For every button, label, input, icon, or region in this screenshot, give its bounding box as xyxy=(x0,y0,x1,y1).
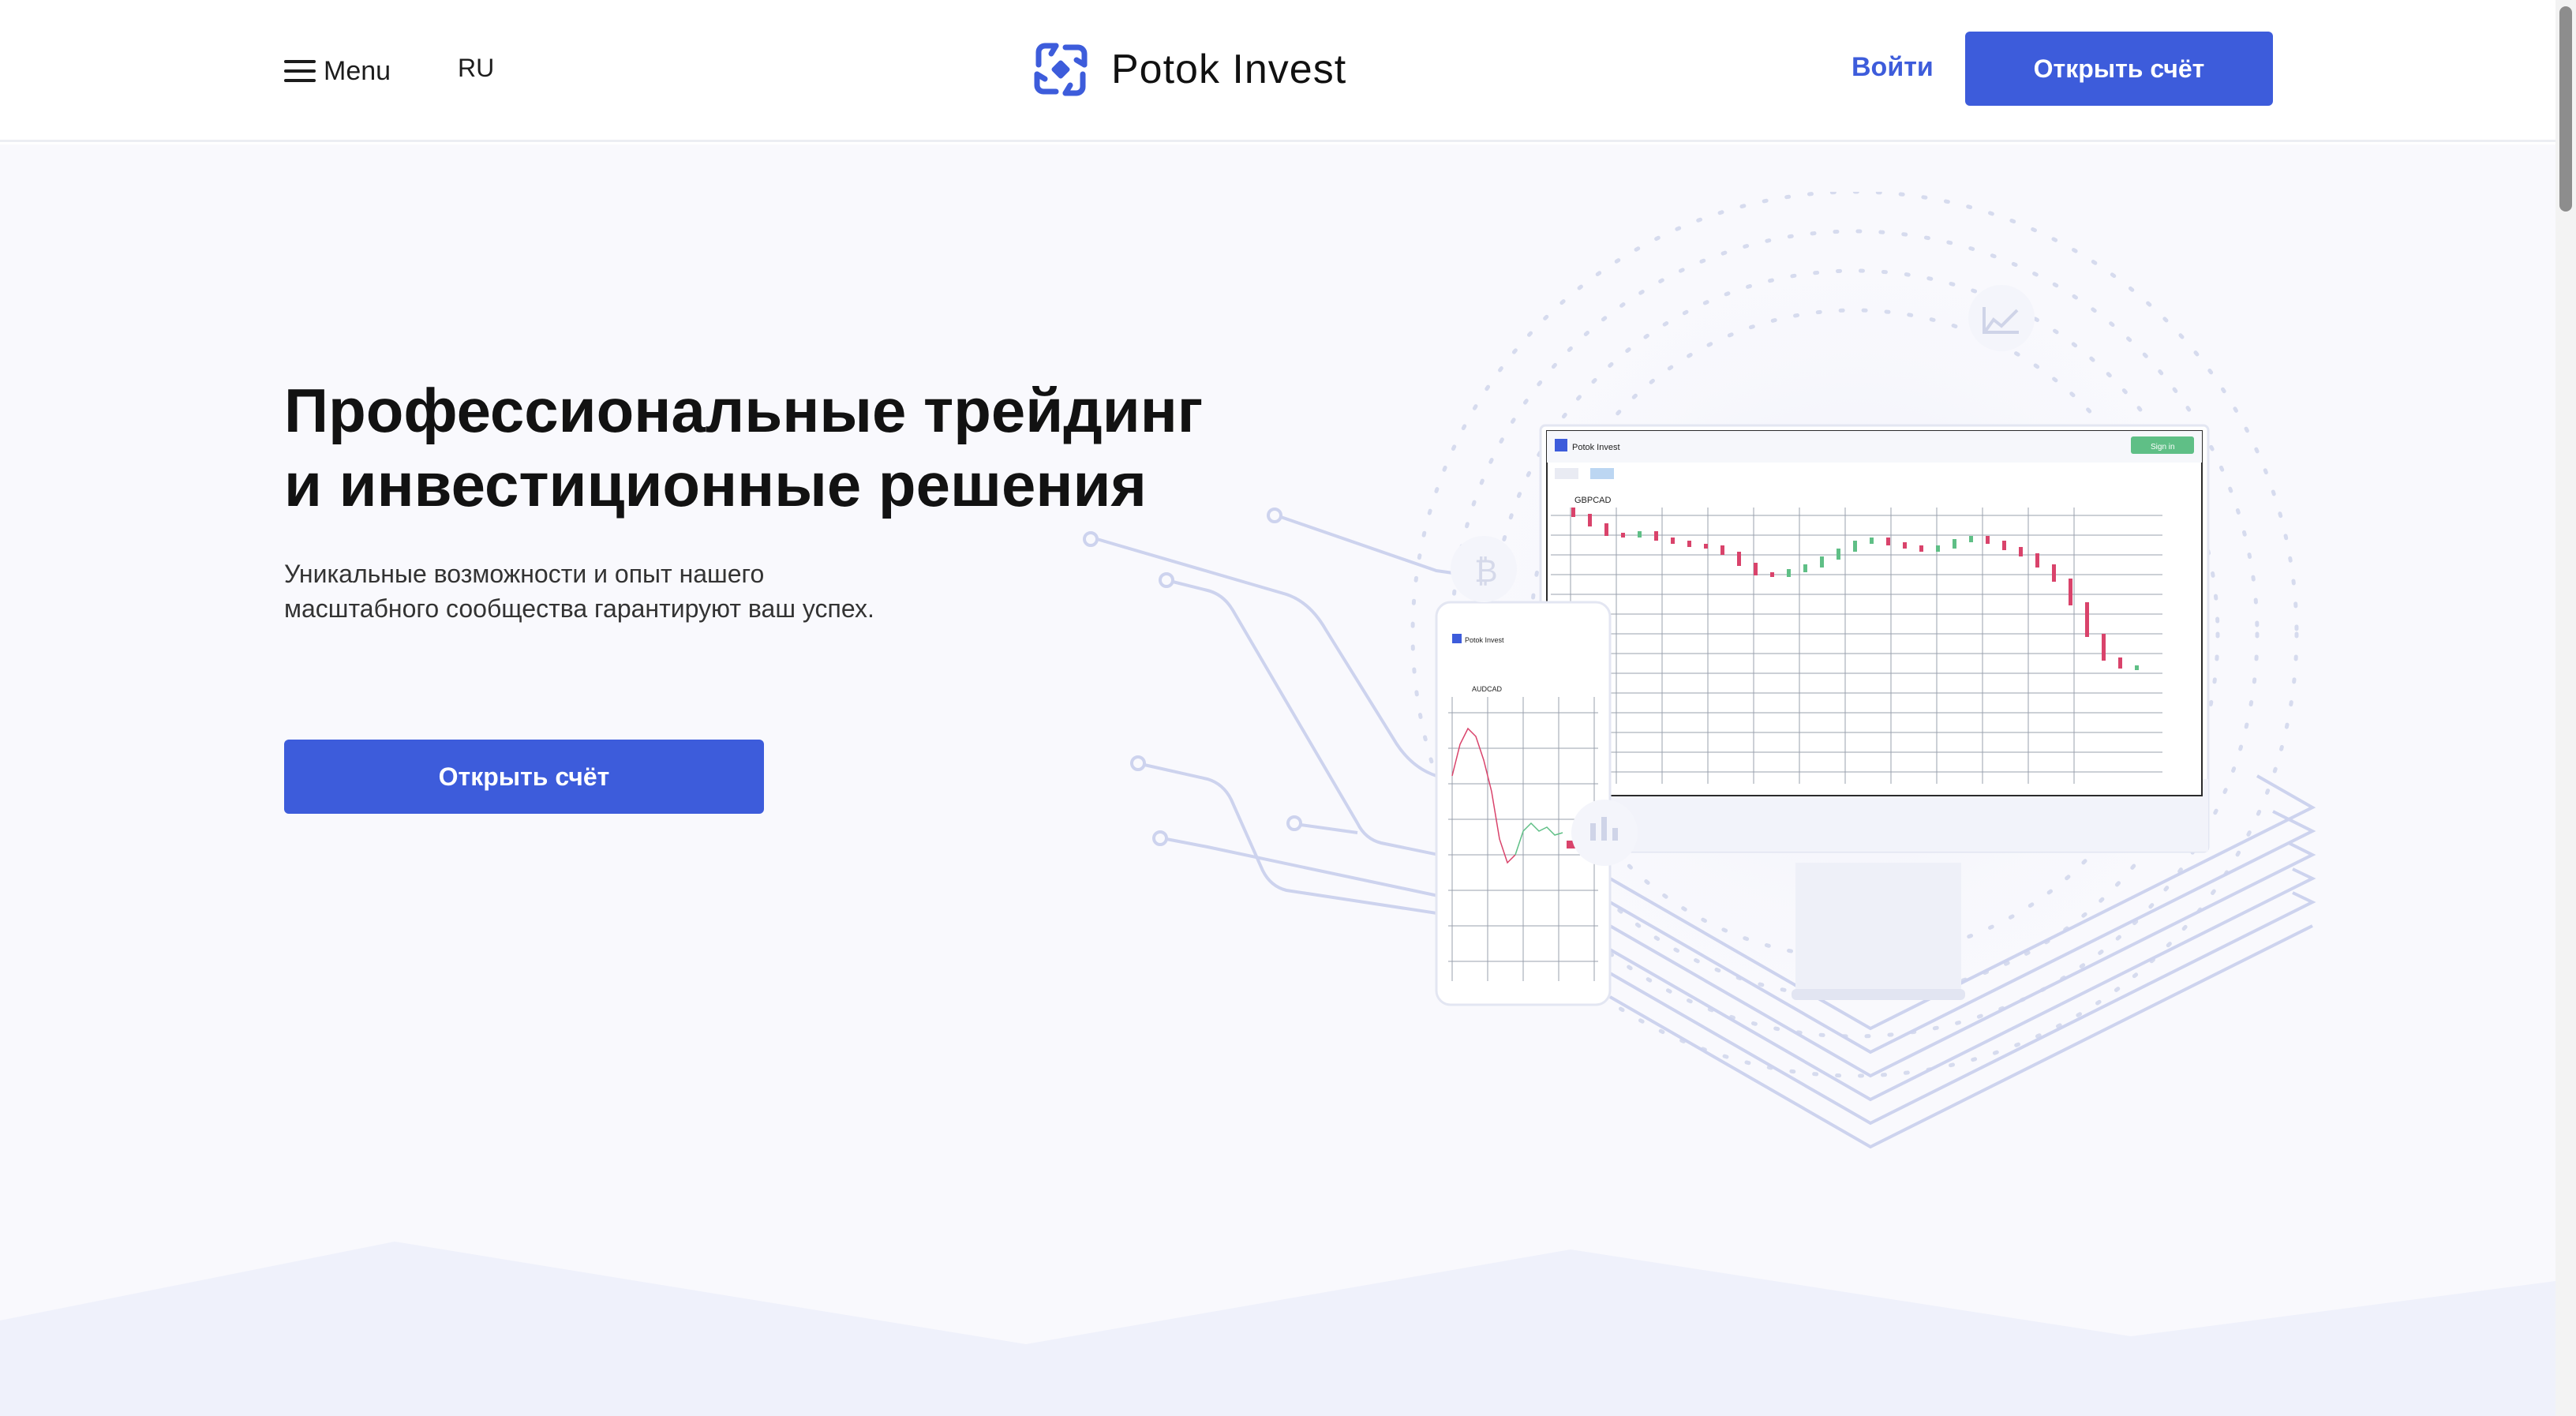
language-selector[interactable]: RU xyxy=(458,54,494,83)
open-account-button-header[interactable]: Открыть счёт xyxy=(1965,32,2273,106)
desktop-signin-label: Sign in xyxy=(2151,443,2175,451)
logo-text: Potok Invest xyxy=(1111,47,1347,92)
open-account-button-hero[interactable]: Открыть счёт xyxy=(284,740,764,814)
bar-chart-icon xyxy=(1571,800,1638,866)
potok-logo-icon xyxy=(1034,43,1088,96)
site-header: Menu RU Potok Invest Войти Открыть счёт xyxy=(0,0,2555,142)
trading-platform-illustration: Potok Invest Sign in GBPCAD Potok Invest… xyxy=(1083,192,2316,1149)
hero-subtitle-line-1: Уникальные возможности и опыт нашего xyxy=(284,560,765,588)
logo[interactable]: Potok Invest xyxy=(1029,36,1346,103)
hero-subtitle: Уникальные возможности и опыт нашего мас… xyxy=(284,556,994,626)
hero-subtitle-line-2: масштабного сообщества гарантируют ваш у… xyxy=(284,594,874,623)
bottom-wave-decoration xyxy=(0,1242,2555,1416)
menu-button[interactable]: Menu xyxy=(284,49,391,93)
line-chart-icon xyxy=(1968,285,2035,351)
bitcoin-icon: ₿ xyxy=(1451,536,1517,602)
hero-section: Профессиональные трейдинг и инвестиционн… xyxy=(0,144,2555,1416)
desktop-symbol: GBPCAD xyxy=(1574,496,1612,505)
mobile-symbol: AUDCAD xyxy=(1472,685,1503,693)
desktop-app-name: Potok Invest xyxy=(1572,443,1620,452)
menu-label: Menu xyxy=(324,55,391,86)
hamburger-icon xyxy=(284,59,316,83)
mobile-app-name: Potok Invest xyxy=(1465,636,1504,644)
login-link[interactable]: Войти xyxy=(1852,52,1934,83)
scrollbar-track[interactable] xyxy=(2555,0,2576,1416)
svg-text:₿: ₿ xyxy=(1474,553,1498,590)
scrollbar-thumb[interactable] xyxy=(2559,6,2572,212)
hero-title-line-2: и инвестиционные решения xyxy=(284,450,1147,519)
